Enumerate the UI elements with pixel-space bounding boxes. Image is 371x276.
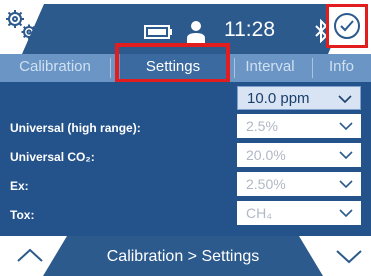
dropdown-value: 2.50%: [246, 176, 286, 192]
dropdown-value: 2.5%: [246, 118, 278, 134]
device-screen: 11:28 Calibration Settings Interval Info…: [0, 0, 371, 276]
clock-time: 11:28: [224, 18, 275, 41]
confirm-check-icon: [334, 13, 360, 39]
chevron-down-icon: [339, 180, 353, 189]
row-label-partial: [10, 86, 220, 96]
settings-row: 10.0 ppm: [0, 86, 371, 116]
confirm-button[interactable]: [326, 4, 368, 48]
settings-row: Universal (high range): 2.5%: [0, 114, 371, 144]
chevron-up-icon: [17, 248, 43, 262]
row-label: Ex:: [10, 179, 29, 193]
chevron-down-icon: [339, 151, 353, 160]
scroll-up-button[interactable]: [16, 246, 44, 269]
chevron-down-icon: [339, 209, 353, 218]
tab-calibration[interactable]: Calibration: [0, 54, 110, 82]
row-label: Universal (high range):: [10, 121, 141, 135]
row-label: Universal CO₂:: [10, 150, 95, 164]
dropdown-universal-high[interactable]: 2.5%: [237, 114, 361, 138]
chevron-down-icon: [336, 250, 362, 264]
dropdown-value: 10.0 ppm: [247, 90, 310, 107]
dropdown-value: 20.0%: [246, 147, 286, 163]
battery-icon: [144, 24, 174, 45]
breadcrumb-panel: Calibration > Settings: [43, 236, 323, 276]
bottom-bar: Calibration > Settings: [0, 236, 371, 276]
dropdown-value: CH₄: [246, 205, 272, 221]
scroll-down-button[interactable]: [335, 248, 363, 271]
tab-divider: [234, 58, 235, 78]
chevron-down-icon: [338, 95, 352, 104]
settings-tab-highlight: [115, 43, 230, 83]
dropdown-tox[interactable]: CH₄: [237, 201, 361, 225]
tab-interval[interactable]: Interval: [236, 54, 304, 82]
chevron-down-icon: [339, 122, 353, 131]
tab-divider: [110, 58, 111, 78]
dropdown-universal-low[interactable]: 10.0 ppm: [237, 86, 361, 110]
dropdown-ex[interactable]: 2.50%: [237, 172, 361, 196]
tab-info[interactable]: Info: [312, 54, 371, 82]
row-label: Tox:: [10, 208, 35, 222]
breadcrumb: Calibration > Settings: [106, 248, 260, 265]
settings-row: Universal CO₂: 20.0%: [0, 143, 371, 173]
settings-row: Ex: 2.50%: [0, 172, 371, 202]
dropdown-universal-co2[interactable]: 20.0%: [237, 143, 361, 167]
settings-content: 10.0 ppm Universal (high range): 2.5% Un…: [0, 82, 371, 236]
settings-row: Tox: CH₄: [0, 201, 371, 231]
